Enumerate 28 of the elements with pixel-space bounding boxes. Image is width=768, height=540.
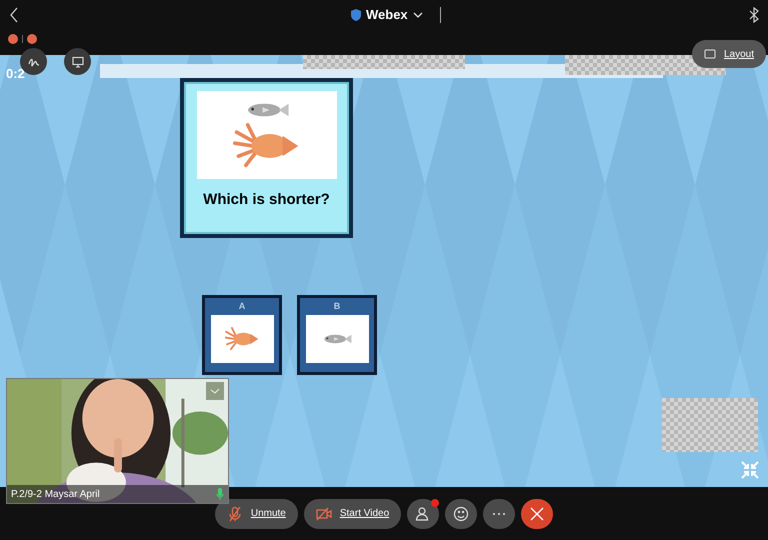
unmute-button[interactable]: Unmute [214,498,298,528]
squid-icon [232,123,300,169]
bluetooth-icon [748,7,760,23]
leave-button[interactable] [521,498,554,528]
muted-mic-icon [226,506,243,522]
app-title[interactable]: Webex [366,5,408,25]
back-icon[interactable] [8,7,20,23]
check-icon[interactable] [206,382,224,400]
fish-icon [322,333,352,345]
squid-icon [225,327,259,351]
timer: 0:2 [6,65,25,83]
participant-name: P.2/9-2 Maysar April [11,488,100,502]
share-screen-button[interactable] [64,48,91,75]
rectangle-icon [704,48,716,60]
close-icon [529,506,546,522]
question-text: Which is shorter? [203,190,330,210]
reactions-button[interactable] [445,498,478,528]
start-video-button[interactable]: Start Video [304,498,402,528]
participants-button[interactable] [407,498,440,528]
video-off-icon [316,506,332,522]
smiley-icon [453,506,470,522]
shield-icon [350,9,362,21]
answer-card[interactable]: B [297,295,377,375]
answer-card[interactable]: A [202,295,282,375]
option-letter: B [334,300,340,313]
layout-button[interactable]: Layout [692,40,766,68]
monitor-icon [72,56,84,68]
option-letter: A [238,300,246,313]
